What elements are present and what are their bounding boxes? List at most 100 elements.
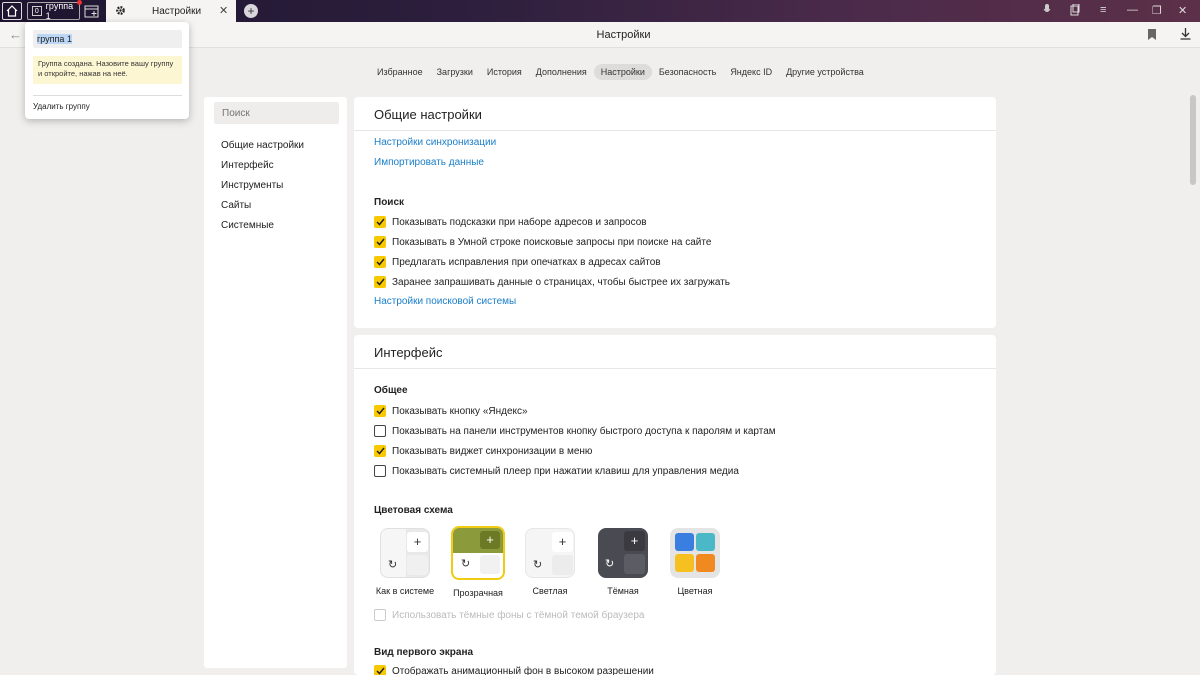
general-settings-title: Общие настройки bbox=[374, 107, 482, 122]
import-data-link[interactable]: Импортировать данные bbox=[374, 157, 484, 168]
menu-icon[interactable]: ≡ bbox=[1100, 4, 1106, 16]
settings-nav-tabs: Избранное Загрузки История Дополнения На… bbox=[370, 64, 871, 80]
minimize-icon[interactable]: — bbox=[1127, 4, 1138, 16]
new-group-icon[interactable] bbox=[84, 3, 100, 19]
checkbox-checked[interactable] bbox=[374, 665, 386, 675]
tab-downloads[interactable]: Загрузки bbox=[430, 64, 480, 80]
checkbox-unchecked[interactable] bbox=[374, 425, 386, 437]
tab-yandex-id[interactable]: Яндекс ID bbox=[723, 64, 779, 80]
sidebar-item-system[interactable]: Системные bbox=[221, 220, 274, 231]
tab-settings-page[interactable]: Настройки bbox=[593, 64, 652, 80]
option-label: Показывать подсказки при наборе адресов … bbox=[392, 216, 647, 228]
title-bar: 0 группа 1 Настройки ✕ + ≡ — ❐ ✕ bbox=[0, 0, 1200, 22]
theme-label: Прозрачная bbox=[453, 588, 503, 598]
dark-bg-option-row: Использовать тёмные фоны с тёмной темой … bbox=[374, 609, 644, 621]
theme-transparent-preview: + ↻ bbox=[451, 526, 505, 580]
option-label: Показывать виджет синхронизации в меню bbox=[392, 445, 593, 457]
sidebar-item-sites[interactable]: Сайты bbox=[221, 200, 251, 211]
group-created-note: Группа создана. Назовите вашу группу и о… bbox=[33, 56, 182, 84]
theme-transparent[interactable]: + ↻ Прозрачная bbox=[443, 526, 513, 598]
theme-label: Светлая bbox=[532, 586, 568, 596]
search-option-row[interactable]: Показывать в Умной строке поисковые запр… bbox=[374, 236, 711, 248]
group-popup: группа 1 Группа создана. Назовите вашу г… bbox=[25, 22, 189, 119]
theme-light-preview: + ↻ bbox=[525, 528, 575, 578]
option-label: Заранее запрашивать данные о страницах, … bbox=[392, 276, 730, 288]
interface-option-row[interactable]: Показывать кнопку «Яндекс» bbox=[374, 405, 528, 417]
theme-system-preview: + ↻ bbox=[380, 528, 430, 578]
option-label: Показывать в Умной строке поисковые запр… bbox=[392, 236, 712, 248]
theme-light[interactable]: + ↻ Светлая bbox=[515, 528, 585, 596]
sidebar-item-general[interactable]: Общие настройки bbox=[221, 140, 304, 151]
checkbox-checked[interactable] bbox=[374, 256, 386, 268]
theme-dark-preview: + ↻ bbox=[598, 528, 648, 578]
theme-dark[interactable]: + ↻ Тёмная bbox=[588, 528, 658, 596]
tab-other-devices[interactable]: Другие устройства bbox=[779, 64, 871, 80]
search-option-row[interactable]: Показывать подсказки при наборе адресов … bbox=[374, 216, 647, 228]
theme-label: Как в системе bbox=[375, 586, 435, 596]
settings-sidebar: Общие настройки Интерфейс Инструменты Са… bbox=[204, 97, 347, 668]
close-window-icon[interactable]: ✕ bbox=[1178, 4, 1187, 17]
search-section-heading: Поиск bbox=[374, 197, 405, 208]
search-option-row[interactable]: Предлагать исправления при опечатках в а… bbox=[374, 256, 661, 268]
interface-option-row[interactable]: Показывать на панели инструментов кнопку… bbox=[374, 425, 776, 437]
notification-dot bbox=[77, 0, 82, 5]
first-screen-heading: Вид первого экрана bbox=[374, 647, 474, 658]
interface-title: Интерфейс bbox=[374, 345, 443, 360]
checkbox-checked[interactable] bbox=[374, 276, 386, 288]
sidebar-item-interface[interactable]: Интерфейс bbox=[221, 160, 274, 171]
theme-colorful-preview bbox=[670, 528, 720, 578]
tab-favorites[interactable]: Избранное bbox=[370, 64, 430, 80]
download-icon[interactable] bbox=[1180, 28, 1191, 40]
microphone-icon[interactable] bbox=[1043, 4, 1051, 19]
search-option-row[interactable]: Заранее запрашивать данные о страницах, … bbox=[374, 276, 730, 288]
delete-group-button[interactable]: Удалить группу bbox=[33, 102, 90, 111]
bookmark-icon[interactable] bbox=[1148, 29, 1156, 40]
theme-colorful[interactable]: Цветная bbox=[660, 528, 730, 596]
first-screen-option-row[interactable]: Отображать анимационный фон в высоком ра… bbox=[374, 665, 654, 675]
search-engine-settings-link[interactable]: Настройки поисковой системы bbox=[374, 296, 516, 307]
sidebar-item-tools[interactable]: Инструменты bbox=[221, 180, 283, 191]
interface-settings-card: Интерфейс Общее Показывать кнопку «Яндек… bbox=[354, 335, 996, 675]
checkbox-checked[interactable] bbox=[374, 216, 386, 228]
checkbox-checked[interactable] bbox=[374, 445, 386, 457]
sync-settings-link[interactable]: Настройки синхронизации bbox=[374, 137, 496, 148]
theme-label: Тёмная bbox=[607, 586, 639, 596]
theme-system[interactable]: + ↻ Как в системе bbox=[370, 528, 440, 596]
tab-history[interactable]: История bbox=[480, 64, 529, 80]
checkbox-checked[interactable] bbox=[374, 236, 386, 248]
tab-extensions[interactable]: Дополнения bbox=[529, 64, 594, 80]
tab-security[interactable]: Безопасность bbox=[652, 64, 723, 80]
option-label: Показывать системный плеер при нажатии к… bbox=[392, 465, 739, 477]
scrollbar[interactable] bbox=[1190, 95, 1196, 185]
option-label: Использовать тёмные фоны с тёмной темой … bbox=[392, 609, 645, 621]
general-settings-card: Общие настройки Настройки синхронизации … bbox=[354, 97, 996, 328]
checkbox-disabled bbox=[374, 609, 386, 621]
home-icon[interactable] bbox=[2, 2, 22, 20]
group-name: группа 1 bbox=[45, 1, 74, 21]
collections-icon[interactable] bbox=[1070, 3, 1080, 19]
common-section-heading: Общее bbox=[374, 385, 408, 396]
checkbox-unchecked[interactable] bbox=[374, 465, 386, 477]
close-tab-icon[interactable]: ✕ bbox=[219, 4, 228, 17]
interface-option-row[interactable]: Показывать системный плеер при нажатии к… bbox=[374, 465, 739, 477]
new-tab-button[interactable]: + bbox=[244, 4, 258, 18]
theme-label: Цветная bbox=[677, 586, 713, 596]
group-name-field[interactable]: группа 1 bbox=[33, 30, 182, 48]
tab-group[interactable]: 0 группа 1 bbox=[27, 1, 80, 21]
option-label: Показывать кнопку «Яндекс» bbox=[392, 405, 528, 417]
tab-title: Настройки bbox=[152, 6, 202, 17]
option-label: Показывать на панели инструментов кнопку… bbox=[392, 425, 776, 437]
group-tab-count: 0 bbox=[32, 6, 42, 16]
divider bbox=[354, 368, 996, 369]
maximize-icon[interactable]: ❐ bbox=[1152, 4, 1162, 17]
option-label: Отображать анимационный фон в высоком ра… bbox=[392, 665, 654, 675]
option-label: Предлагать исправления при опечатках в а… bbox=[392, 256, 661, 268]
tab-settings[interactable]: Настройки ✕ bbox=[106, 0, 236, 22]
search-input[interactable] bbox=[214, 102, 339, 124]
color-scheme-heading: Цветовая схема bbox=[374, 505, 453, 516]
interface-option-row[interactable]: Показывать виджет синхронизации в меню bbox=[374, 445, 592, 457]
gear-icon bbox=[116, 6, 125, 15]
divider bbox=[33, 95, 182, 96]
divider bbox=[354, 130, 996, 131]
checkbox-checked[interactable] bbox=[374, 405, 386, 417]
